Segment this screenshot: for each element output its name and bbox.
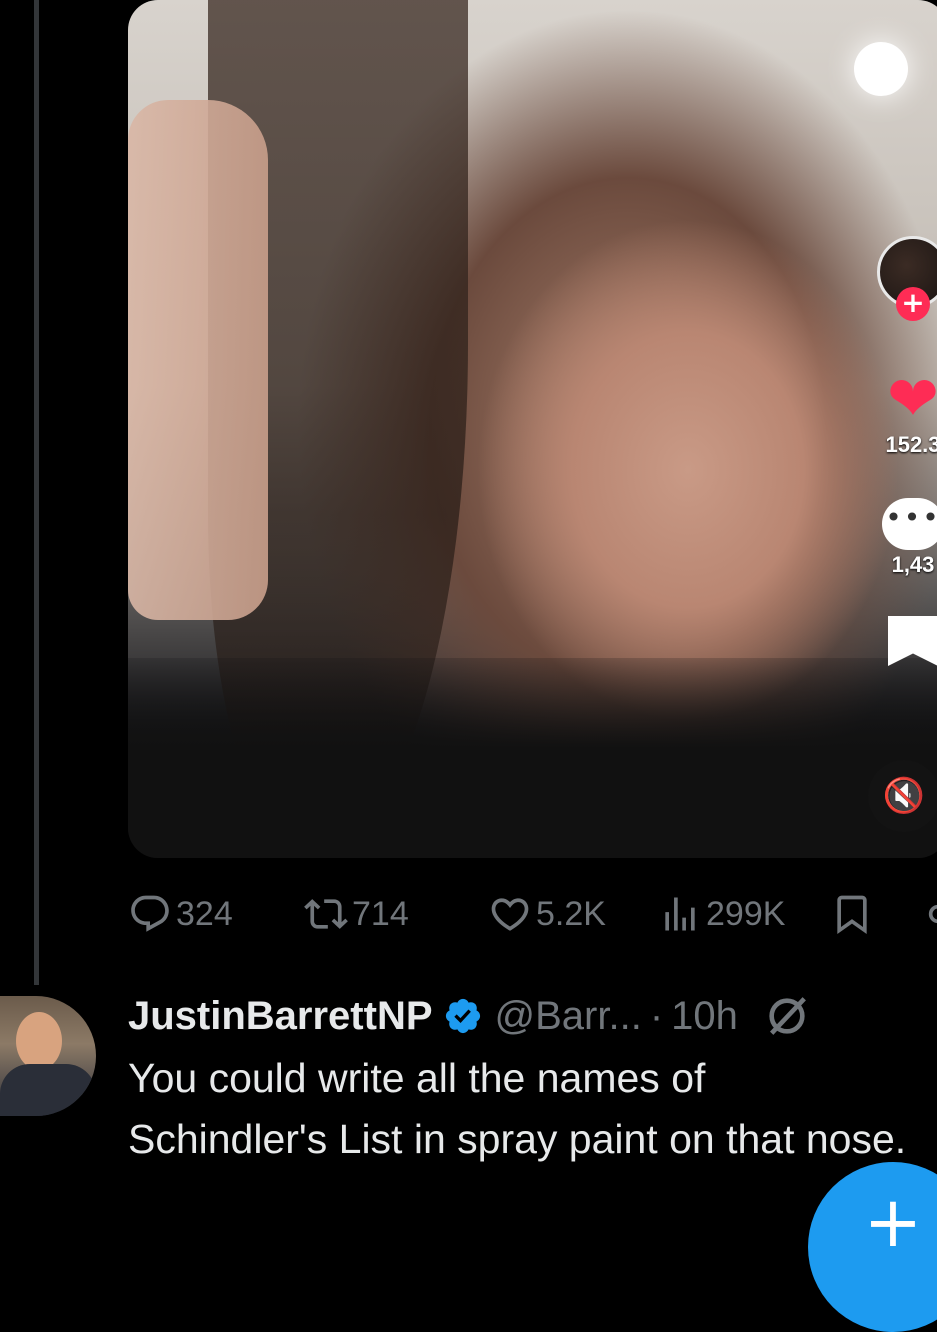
reply-author-handle[interactable]: @Barr... xyxy=(495,994,642,1039)
follow-plus-icon: + xyxy=(896,287,930,321)
video-frame-shadow xyxy=(128,658,937,858)
tiktok-creator-avatar: + xyxy=(877,236,937,321)
mute-toggle-button[interactable]: 🔇 xyxy=(868,760,937,832)
like-button[interactable]: 5.2K xyxy=(488,888,606,940)
reply-icon xyxy=(131,895,169,932)
reply-body-text: You could write all the names of Schindl… xyxy=(128,1055,907,1162)
tiktok-side-actions: + ❤ 152.3 ••• 1,43 xyxy=(877,236,937,666)
tiktok-comment-count: 1,43 xyxy=(891,552,935,577)
like-count: 5.2K xyxy=(536,894,606,933)
header-separator: · xyxy=(649,993,664,1038)
bookmark-button[interactable] xyxy=(830,888,878,940)
heart-outline-icon xyxy=(491,898,529,931)
views-count: 299K xyxy=(706,894,786,933)
ceiling-light xyxy=(854,42,908,96)
bookmark-outline-icon xyxy=(837,895,867,935)
compose-post-button[interactable]: + xyxy=(808,1162,937,1332)
avatar-face xyxy=(16,1012,62,1070)
share-icon xyxy=(928,904,937,924)
views-button[interactable]: 299K xyxy=(658,888,785,940)
reply-count: 324 xyxy=(176,894,233,933)
thread-line xyxy=(34,0,39,985)
repost-button[interactable]: 714 xyxy=(304,888,409,940)
views-bar-chart-icon xyxy=(665,897,695,931)
grok-icon[interactable] xyxy=(764,993,810,1039)
reply-author-avatar[interactable] xyxy=(0,996,96,1116)
avatar-suit xyxy=(0,1064,96,1116)
reply-author-name[interactable]: JustinBarrettNP xyxy=(128,994,433,1039)
repost-count: 714 xyxy=(352,894,409,933)
plus-icon: + xyxy=(863,1181,923,1263)
tweet-action-bar: 324 714 5.2K 299K xyxy=(128,888,937,940)
reply-timestamp[interactable]: 10h xyxy=(671,994,738,1039)
heart-icon: ❤ xyxy=(887,362,937,435)
tiktok-like-count: 152.3 xyxy=(885,432,937,457)
verified-badge-icon xyxy=(445,998,480,1034)
speaker-muted-icon: 🔇 xyxy=(882,776,926,816)
comment-bubble-icon: ••• xyxy=(882,498,937,550)
share-button[interactable] xyxy=(916,888,937,940)
bookmark-icon xyxy=(888,616,937,666)
reply-header: JustinBarrettNP @Barr... · 10h xyxy=(128,988,810,1044)
tweet-video[interactable]: + ❤ 152.3 ••• 1,43 xyxy=(128,0,937,858)
video-frame-hand xyxy=(128,100,268,620)
repost-icon xyxy=(304,899,348,929)
reply-button[interactable]: 324 xyxy=(128,888,233,940)
